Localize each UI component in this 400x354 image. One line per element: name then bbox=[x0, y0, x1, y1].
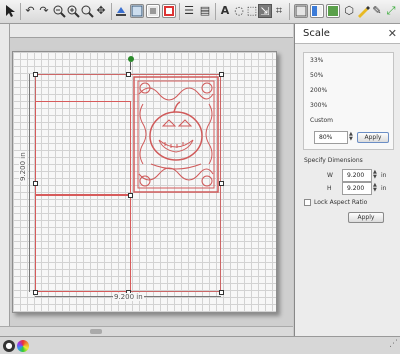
toolbar-divider bbox=[20, 3, 21, 20]
horizontal-scrollbar[interactable] bbox=[0, 326, 293, 336]
align-icon[interactable]: ☰ bbox=[182, 4, 196, 18]
width-stepper[interactable]: ▲ ▼ bbox=[373, 170, 378, 181]
scale-presets: 33% 50% 200% 300% Custom 80% ▲ ▼ Apply bbox=[303, 52, 394, 150]
toolbar-divider bbox=[179, 3, 180, 20]
resize-handle-se[interactable] bbox=[219, 290, 224, 295]
preset-300[interactable]: 300% bbox=[310, 102, 327, 109]
custom-scale-input[interactable]: 80% bbox=[314, 131, 348, 144]
knife-icon[interactable]: ✎ bbox=[370, 4, 384, 18]
undo-icon[interactable]: ↶ bbox=[23, 4, 37, 18]
contour-icon[interactable]: ◌ bbox=[232, 4, 246, 18]
panel-title: Scale bbox=[303, 28, 330, 39]
shape-box-top[interactable] bbox=[35, 101, 131, 195]
rotate-handle[interactable] bbox=[128, 56, 134, 62]
lock-aspect-label: Lock Aspect Ratio bbox=[314, 199, 368, 206]
panel-header: Scale ✕ bbox=[295, 24, 400, 44]
layers-icon[interactable] bbox=[326, 4, 340, 18]
distribute-icon[interactable]: ▤ bbox=[198, 4, 212, 18]
arrow-icon[interactable]: ⤢ bbox=[384, 4, 398, 18]
redo-icon[interactable]: ↷ bbox=[37, 4, 51, 18]
ruler-top bbox=[0, 24, 293, 38]
width-input[interactable]: 9.200 bbox=[342, 169, 372, 182]
resize-handle-center[interactable] bbox=[128, 193, 133, 198]
resize-handle-w[interactable] bbox=[33, 181, 38, 186]
weld-tool-icon[interactable]: ⬡ bbox=[342, 4, 356, 18]
preset-200[interactable]: 200% bbox=[310, 87, 327, 94]
home-icon[interactable]: ● bbox=[3, 340, 15, 352]
zoom-out-icon[interactable] bbox=[52, 4, 66, 18]
apply-dimensions-button[interactable]: Apply bbox=[348, 212, 384, 223]
zoom-fit-icon[interactable] bbox=[80, 4, 94, 18]
resize-handle-ne[interactable] bbox=[219, 72, 224, 77]
resize-grip-icon[interactable]: ⋰ bbox=[389, 339, 398, 349]
ruler-left bbox=[0, 24, 10, 336]
height-dimension-line bbox=[29, 74, 30, 292]
lock-aspect-checkbox[interactable] bbox=[304, 199, 311, 206]
color-wheel-icon[interactable] bbox=[17, 340, 29, 352]
pan-icon[interactable]: ✥ bbox=[94, 4, 108, 18]
scale-panel: Scale ✕ 33% 50% 200% 300% Custom 80% ▲ ▼ … bbox=[294, 24, 400, 336]
preset-50[interactable]: 50% bbox=[310, 72, 323, 79]
ungroup-icon[interactable] bbox=[310, 4, 324, 18]
canvas-area[interactable]: 9.200 in 9.200 in bbox=[0, 24, 293, 336]
toolbar-divider bbox=[215, 3, 216, 20]
app-window: ↶ ↷ ✥ ☰ ▤ A ◌ ⬚ ⇲ ⌗ ⬡ ✎ ⤢ 9.200 in 9.200… bbox=[0, 0, 400, 354]
height-unit: in bbox=[381, 185, 387, 192]
specify-dimensions-label: Specify Dimensions bbox=[304, 157, 363, 164]
shape-box-bottom[interactable] bbox=[35, 195, 131, 292]
custom-scale-stepper[interactable]: ▲ ▼ bbox=[349, 132, 354, 143]
fill-icon[interactable] bbox=[114, 4, 128, 18]
preview-icon[interactable] bbox=[146, 4, 160, 18]
group-icon[interactable] bbox=[294, 4, 308, 18]
pointer-icon[interactable] bbox=[3, 4, 17, 18]
cutting-mat[interactable]: 9.200 in 9.200 in bbox=[12, 51, 277, 313]
width-unit: in bbox=[381, 172, 387, 179]
text-icon[interactable]: A bbox=[218, 4, 232, 18]
height-label: 9.200 in bbox=[19, 151, 27, 182]
resize-handle-e[interactable] bbox=[219, 181, 224, 186]
toolbar-divider bbox=[289, 3, 290, 20]
width-label: 9.200 in bbox=[113, 293, 144, 301]
toolbar: ↶ ↷ ✥ ☰ ▤ A ◌ ⬚ ⇲ ⌗ ⬡ ✎ ⤢ bbox=[0, 0, 400, 24]
color-icon[interactable] bbox=[162, 4, 176, 18]
preset-33[interactable]: 33% bbox=[310, 57, 323, 64]
status-bar: ● ⋰ bbox=[0, 336, 400, 354]
toolbar-divider bbox=[111, 3, 112, 20]
resize-handle-nw[interactable] bbox=[33, 72, 38, 77]
resize-handle-sw[interactable] bbox=[33, 290, 38, 295]
height-stepper[interactable]: ▲ ▼ bbox=[373, 183, 378, 194]
resize-handle-n[interactable] bbox=[126, 72, 131, 77]
rotate-handle-stem bbox=[130, 62, 131, 70]
pen-icon[interactable] bbox=[356, 4, 370, 18]
scrollbar-thumb[interactable] bbox=[90, 329, 102, 334]
custom-label: Custom bbox=[310, 117, 333, 124]
zoom-in-icon[interactable] bbox=[66, 4, 80, 18]
close-icon[interactable]: ✕ bbox=[388, 27, 397, 40]
height-input[interactable]: 9.200 bbox=[342, 182, 372, 195]
scale-icon[interactable]: ⇲ bbox=[258, 4, 272, 18]
apply-scale-button[interactable]: Apply bbox=[357, 132, 389, 143]
width-field-label: W bbox=[327, 172, 333, 179]
weld-icon[interactable]: ⬚ bbox=[245, 4, 259, 18]
pumpkin-design[interactable] bbox=[131, 74, 221, 195]
path-icon[interactable]: ⌗ bbox=[272, 4, 286, 18]
height-field-label: H bbox=[327, 185, 332, 192]
mat-view-icon[interactable] bbox=[130, 4, 144, 18]
